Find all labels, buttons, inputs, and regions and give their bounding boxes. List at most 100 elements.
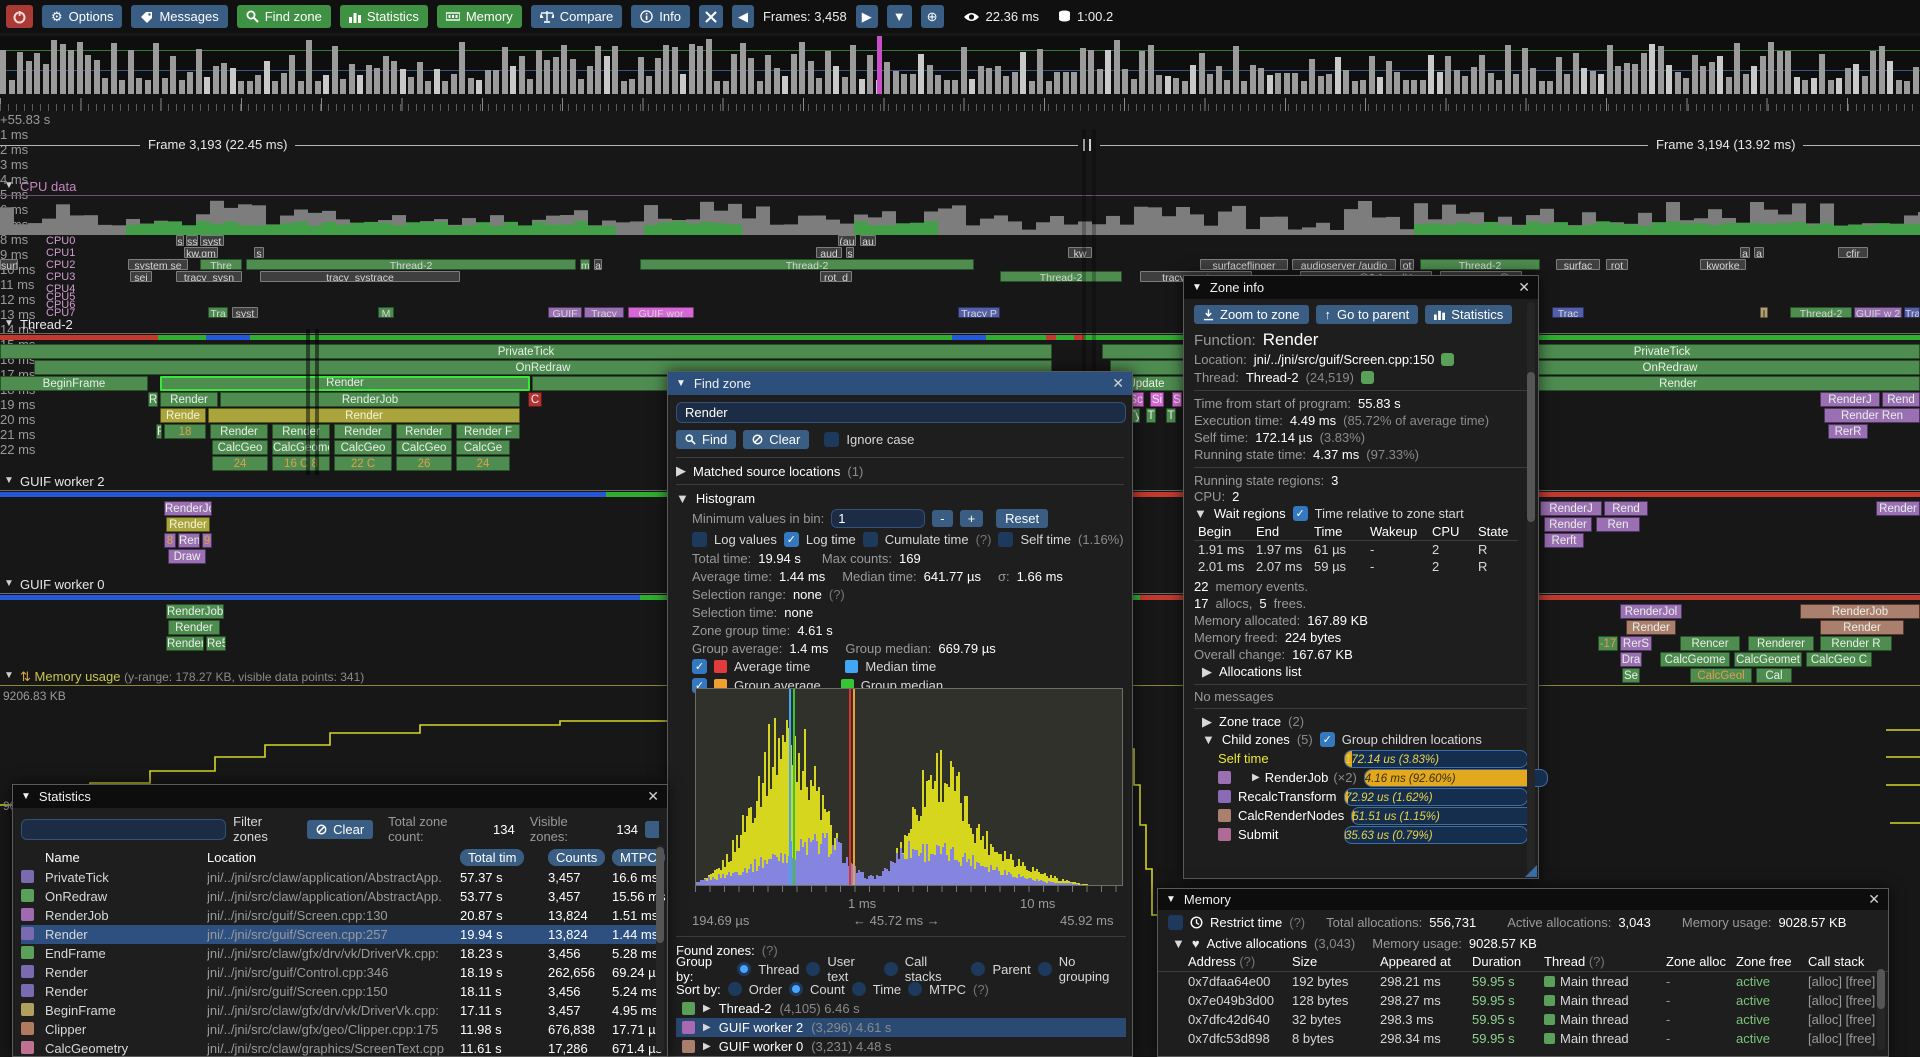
table-row[interactable]: Renderjni/../jni/src/guif/Screen.cpp:150…	[21, 982, 659, 1001]
group-by-radio-user-text[interactable]	[806, 962, 820, 976]
child-zone-row[interactable]: RecalcTransform72.92 us (1.62%)	[1194, 787, 1528, 806]
group-by-radio-parent[interactable]	[971, 962, 985, 976]
table-row[interactable]: 0x7e049b3d00128 bytes298.27 ms59.95 sMai…	[1188, 991, 1878, 1010]
ignore-case-checkbox[interactable]	[824, 432, 839, 447]
bin-plus-button[interactable]: +	[960, 510, 984, 527]
active-allocations-header[interactable]: Active allocations	[1207, 936, 1307, 951]
table-row[interactable]: PrivateTickjni/../jni/src/claw/applicati…	[21, 868, 659, 887]
matched-source-locations[interactable]: ▶ Matched source locations(1)	[676, 462, 1124, 480]
zone-info-scrollbar[interactable]	[1527, 302, 1535, 874]
column-address[interactable]: Address	[1188, 954, 1236, 969]
prev-frame-button[interactable]: ◀	[732, 5, 754, 28]
expand-arrow-icon[interactable]: ▶	[676, 463, 686, 479]
alloc-call-stack[interactable]: [alloc] [free]	[1808, 1012, 1908, 1027]
collapse-arrow-icon[interactable]: ▼	[1172, 936, 1185, 951]
collapse-arrow-icon[interactable]: ▼	[4, 670, 14, 681]
column-zone-free[interactable]: Zone free	[1736, 954, 1808, 969]
filter-clear-button[interactable]: Clear	[307, 820, 373, 839]
column-zone-alloc[interactable]: Zone alloc	[1666, 954, 1736, 969]
self-time-checkbox[interactable]	[998, 532, 1013, 547]
thread-button[interactable]	[1361, 371, 1374, 384]
find-zone-titlebar[interactable]: ▼ Find zone ✕	[668, 372, 1132, 395]
collapse-arrow-icon[interactable]: ▼	[21, 791, 31, 802]
log-time-checkbox[interactable]: ✓	[784, 532, 799, 547]
column-appeared-at[interactable]: Appeared at	[1380, 954, 1472, 969]
restrict-time-checkbox[interactable]	[1168, 915, 1183, 930]
allocations-list[interactable]: Allocations list	[1219, 664, 1301, 679]
power-button[interactable]	[6, 5, 33, 28]
column-total-time[interactable]: Total tim	[460, 849, 524, 866]
min-bin-input[interactable]: 1	[831, 509, 925, 528]
sort-by-radio-mtpc[interactable]	[908, 982, 922, 996]
info-button[interactable]: Info	[631, 5, 690, 28]
zone-trace-header[interactable]: Zone trace	[1219, 714, 1281, 729]
group-by-radio-thread[interactable]	[737, 962, 751, 976]
cumulate-time-checkbox[interactable]	[863, 532, 878, 547]
collapse-arrow-icon[interactable]: ▼	[676, 378, 686, 389]
column-call-stack[interactable]: Call stack	[1808, 954, 1908, 969]
group-children-checkbox[interactable]: ✓	[1320, 732, 1335, 747]
child-zone-row[interactable]: CalcRenderNodes51.51 us (1.15%)	[1194, 806, 1528, 825]
close-icon[interactable]: ✕	[1868, 891, 1880, 908]
clear-button[interactable]: Clear	[743, 430, 809, 449]
child-zone-row[interactable]: ▶RenderJob(×2)4.16 ms (92.60%)	[1194, 768, 1528, 787]
zone-group-row[interactable]: ▶GUIF worker 2(3,296) 4.61 s	[676, 1018, 1126, 1037]
expand-arrow-icon[interactable]: ▶	[1202, 664, 1212, 680]
bin-minus-button[interactable]: -	[932, 510, 952, 527]
sort-by-radio-time[interactable]	[852, 982, 866, 996]
statistics-titlebar[interactable]: ▼ Statistics ✕	[13, 785, 667, 808]
show-avg-med-checkbox[interactable]: ✓	[692, 659, 707, 674]
sort-by-radio-order[interactable]	[728, 982, 742, 996]
source-location-button[interactable]	[1441, 353, 1454, 366]
statistics-scrollbar[interactable]	[656, 845, 664, 1052]
expand-arrow-icon[interactable]: ▶	[703, 1022, 711, 1033]
compare-button[interactable]: Compare	[531, 5, 622, 28]
collapse-arrow-icon[interactable]: ▼	[1194, 506, 1207, 521]
zone-group-row[interactable]: ▶Thread-2(4,105) 6.46 s	[676, 999, 1126, 1018]
find-zone-button[interactable]: Find zone	[237, 5, 331, 28]
column-location[interactable]: Location	[207, 850, 460, 865]
tools-button[interactable]	[699, 5, 723, 28]
child-zones-header[interactable]: Child zones	[1222, 732, 1290, 747]
zone-info-titlebar[interactable]: ▼ Zone info ✕	[1184, 276, 1538, 299]
messages-button[interactable]: Messages	[131, 5, 227, 28]
table-row[interactable]: RenderJobjni/../jni/src/guif/Screen.cpp:…	[21, 906, 659, 925]
table-row[interactable]: OnRedrawjni/../jni/src/claw/application/…	[21, 887, 659, 906]
memory-scrollbar[interactable]	[1877, 969, 1885, 1050]
zone-group-row[interactable]: ▶GUIF worker 0(3,231) 4.48 s	[676, 1037, 1126, 1056]
collapse-arrow-icon[interactable]: ▼	[1192, 282, 1202, 293]
alloc-call-stack[interactable]: [alloc] [free]	[1808, 993, 1908, 1008]
group-by-radio-call-stacks[interactable]	[884, 962, 898, 976]
find-zone-search-input[interactable]: Render	[676, 402, 1126, 423]
close-icon[interactable]: ✕	[1518, 279, 1530, 296]
child-zone-row[interactable]: Submit35.63 us (0.79%)	[1194, 825, 1528, 844]
next-frame-button[interactable]: ▶	[856, 5, 878, 28]
go-to-parent-button[interactable]: ↑Go to parent	[1316, 305, 1419, 324]
resize-grip[interactable]	[1525, 865, 1537, 877]
memory-titlebar[interactable]: ▼ Memory ✕	[1158, 889, 1888, 910]
expand-arrow-icon[interactable]: ▶	[1252, 772, 1260, 783]
histogram-section-header[interactable]: ▼ Histogram	[676, 489, 1124, 507]
alloc-call-stack[interactable]: [alloc] [free]	[1808, 1031, 1908, 1046]
options-button[interactable]: ⚙Options	[42, 5, 122, 28]
table-row[interactable]: EndFramejni/../jni/src/claw/gfx/drv/vk/D…	[21, 944, 659, 963]
collapse-arrow-icon[interactable]: ▼	[1166, 894, 1176, 905]
log-values-checkbox[interactable]	[692, 532, 707, 547]
close-icon[interactable]: ✕	[647, 788, 659, 805]
zoom-to-zone-button[interactable]: Zoom to zone	[1194, 305, 1309, 324]
close-icon[interactable]: ✕	[1112, 375, 1124, 392]
column-duration[interactable]: Duration	[1472, 954, 1544, 969]
table-row[interactable]: 0x7dfc53d8988 bytes298.34 ms59.95 sMain …	[1188, 1029, 1878, 1048]
column-thread[interactable]: Thread	[1544, 954, 1585, 969]
bin-reset-button[interactable]: Reset	[996, 509, 1048, 528]
table-row[interactable]: Renderjni/../jni/src/guif/Control.cpp:34…	[21, 963, 659, 982]
table-row[interactable]: BeginFramejni/../jni/src/claw/gfx/drv/vk…	[21, 1001, 659, 1020]
alloc-call-stack[interactable]: [alloc] [free]	[1808, 974, 1908, 989]
table-row[interactable]: CalcGeometryjni/../jni/src/claw/graphics…	[21, 1039, 659, 1057]
table-row[interactable]: 0x7dfaa64e00192 bytes298.21 ms59.95 sMai…	[1188, 972, 1878, 991]
timing-button-partial[interactable]	[645, 821, 659, 838]
column-counts[interactable]: Counts	[548, 849, 605, 866]
table-row[interactable]: Renderjni/../jni/src/guif/Screen.cpp:257…	[21, 925, 659, 944]
column-name[interactable]: Name	[45, 850, 207, 865]
expand-arrow-icon[interactable]: ▶	[703, 1041, 711, 1052]
